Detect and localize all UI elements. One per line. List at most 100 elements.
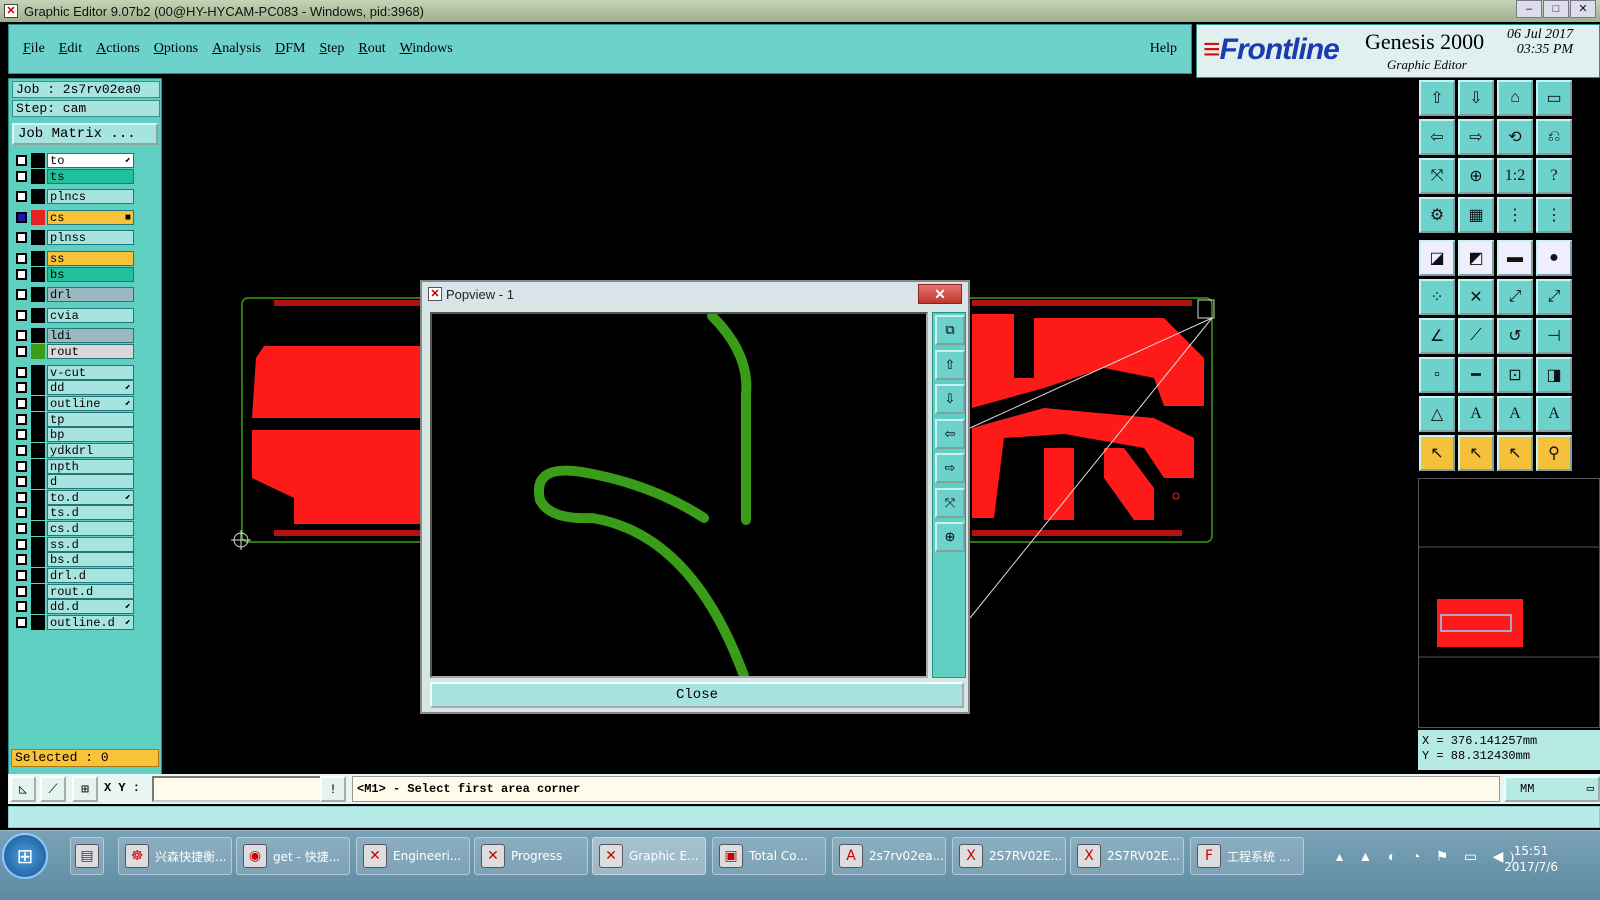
layer-color-swatch[interactable] (31, 599, 45, 614)
layer-name[interactable]: dd ⬋ (47, 380, 134, 395)
layer-checkbox[interactable] (16, 171, 27, 182)
layer-color-swatch[interactable] (31, 267, 45, 282)
menu-item-1[interactable]: Edit (59, 41, 82, 57)
layer-row-ss.d[interactable]: ss.d (14, 537, 136, 552)
overview-panel[interactable] (1418, 478, 1600, 728)
tool-button-icon-7-0[interactable]: ▫ (1419, 357, 1455, 393)
layer-checkbox[interactable] (16, 330, 27, 341)
layer-checkbox[interactable] (16, 601, 27, 612)
layer-name[interactable]: drl.d (47, 568, 134, 583)
layer-checkbox[interactable] (16, 570, 27, 581)
popview-tool-icon-0[interactable]: ⧉ (935, 315, 965, 345)
layer-color-swatch[interactable] (31, 153, 45, 168)
layer-name[interactable]: to ⬋ (47, 153, 134, 168)
tool-button-icon-9-0[interactable]: ↖ (1419, 435, 1455, 471)
layer-row-rout[interactable]: rout (14, 344, 136, 359)
menu-item-4[interactable]: Analysis (212, 41, 261, 57)
tool-button-icon-8-3[interactable]: A (1536, 396, 1572, 432)
layer-color-swatch[interactable] (31, 615, 45, 630)
layer-checkbox[interactable] (16, 539, 27, 550)
layer-row-tp[interactable]: tp (14, 412, 136, 427)
layer-name[interactable]: ydkdrl (47, 443, 134, 458)
layer-name[interactable]: dd.d ⬋ (47, 599, 134, 614)
layer-color-swatch[interactable] (31, 505, 45, 520)
unit-selector[interactable]: MM ▭ (1504, 776, 1600, 802)
tool-button-icon-2-2[interactable]: 1:2 (1497, 158, 1533, 194)
layer-checkbox[interactable] (16, 289, 27, 300)
tool-button-icon-9-1[interactable]: ↖ (1458, 435, 1494, 471)
layer-row-dd[interactable]: dd ⬋ (14, 380, 136, 395)
tool-button-icon-7-2[interactable]: ⊡ (1497, 357, 1533, 393)
popview-tool-icon-4[interactable]: ⇨ (935, 453, 965, 483)
layer-row-rout.d[interactable]: rout.d (14, 584, 136, 599)
tool-button-icon-7-3[interactable]: ◨ (1536, 357, 1572, 393)
popview-close-button[interactable]: Close (430, 682, 964, 708)
layer-color-swatch[interactable] (31, 552, 45, 567)
layer-row-ss[interactable]: ss (14, 251, 136, 266)
layer-name[interactable]: rout (47, 344, 134, 359)
tool-button-icon-9-2[interactable]: ↖ (1497, 435, 1533, 471)
tool-button-icon-3-1[interactable]: ▦ (1458, 197, 1494, 233)
tool-button-icon-1-3[interactable]: ⎌ (1536, 119, 1572, 155)
layer-row-ydkdrl[interactable]: ydkdrl (14, 443, 136, 458)
layer-color-swatch[interactable] (31, 521, 45, 536)
layer-row-bs[interactable]: bs (14, 267, 136, 282)
layer-color-swatch[interactable] (31, 230, 45, 245)
layer-row-bp[interactable]: bp (14, 427, 136, 442)
tool-button-icon-3-3[interactable]: ⋮ (1536, 197, 1572, 233)
tool-button-icon-2-3[interactable]: ? (1536, 158, 1572, 194)
layer-name[interactable]: plnss (47, 230, 134, 245)
snap-icon[interactable]: ◺ (10, 776, 36, 802)
taskbar-item-7[interactable]: X 2S7RV02E... (952, 837, 1066, 875)
layer-checkbox[interactable] (16, 476, 27, 487)
popview-tool-icon-3[interactable]: ⇦ (935, 418, 965, 449)
menu-item-3[interactable]: Options (154, 41, 198, 57)
layer-row-plncs[interactable]: plncs (14, 189, 136, 204)
layer-color-swatch[interactable] (31, 251, 45, 266)
layer-checkbox[interactable] (16, 269, 27, 280)
layer-checkbox[interactable] (16, 445, 27, 456)
layer-color-swatch[interactable] (31, 568, 45, 583)
layer-name[interactable]: bp (47, 427, 134, 442)
layer-checkbox[interactable] (16, 429, 27, 440)
layer-color-swatch[interactable] (31, 412, 45, 427)
layer-row-drl.d[interactable]: drl.d (14, 568, 136, 583)
taskbar-clock[interactable]: 15:51 2017/7/6 (1504, 843, 1558, 875)
menu-item-5[interactable]: DFM (275, 41, 305, 57)
layer-row-ts[interactable]: ts (14, 169, 136, 184)
layer-name[interactable]: ss.d (47, 537, 134, 552)
layer-name[interactable]: outline.d ⬋ (47, 615, 134, 630)
layer-name[interactable]: npth (47, 459, 134, 474)
layer-color-swatch[interactable] (31, 427, 45, 442)
taskbar-item-2[interactable]: ✕ Engineeri... (356, 837, 470, 875)
layer-name[interactable]: rout.d (47, 584, 134, 599)
layer-checkbox[interactable] (16, 346, 27, 357)
layer-name[interactable]: to.d ⬋ (47, 490, 134, 505)
layer-name[interactable]: cvia (47, 308, 134, 323)
layer-row-d[interactable]: d (14, 474, 136, 489)
layer-color-swatch[interactable] (31, 328, 45, 343)
layer-row-cs[interactable]: cs ■ (14, 210, 136, 225)
taskbar-item-5[interactable]: ▣ Total Co... (712, 837, 826, 875)
tool-button-icon-5-0[interactable]: ⁘ (1419, 279, 1455, 315)
tool-button-icon-4-3[interactable]: ● (1536, 240, 1572, 276)
popview-tool-icon-1[interactable]: ⇧ (935, 349, 965, 380)
layer-color-swatch[interactable] (31, 396, 45, 411)
layer-row-to[interactable]: to ⬋ (14, 153, 136, 168)
taskbar-item-6[interactable]: A 2s7rv02ea... (832, 837, 946, 875)
tool-button-icon-3-0[interactable]: ⚙ (1419, 197, 1455, 233)
layer-name[interactable]: bs (47, 267, 134, 282)
layer-row-ts.d[interactable]: ts.d (14, 505, 136, 520)
layer-name[interactable]: ss (47, 251, 134, 266)
layer-checkbox[interactable] (16, 554, 27, 565)
layer-row-cs.d[interactable]: cs.d (14, 521, 136, 536)
alert-icon[interactable]: ! (320, 776, 346, 802)
tool-button-icon-9-3[interactable]: ⚲ (1536, 435, 1572, 471)
taskbar-item-3[interactable]: ✕ Progress (474, 837, 588, 875)
tool-button-icon-1-0[interactable]: ⇦ (1419, 119, 1455, 155)
layer-color-swatch[interactable] (31, 344, 45, 359)
tool-button-icon-0-0[interactable]: ⇧ (1419, 80, 1455, 116)
menu-item-7[interactable]: Rout (358, 41, 385, 57)
layer-row-drl[interactable]: drl (14, 287, 136, 302)
taskbar-item-8[interactable]: X 2S7RV02E... (1070, 837, 1184, 875)
